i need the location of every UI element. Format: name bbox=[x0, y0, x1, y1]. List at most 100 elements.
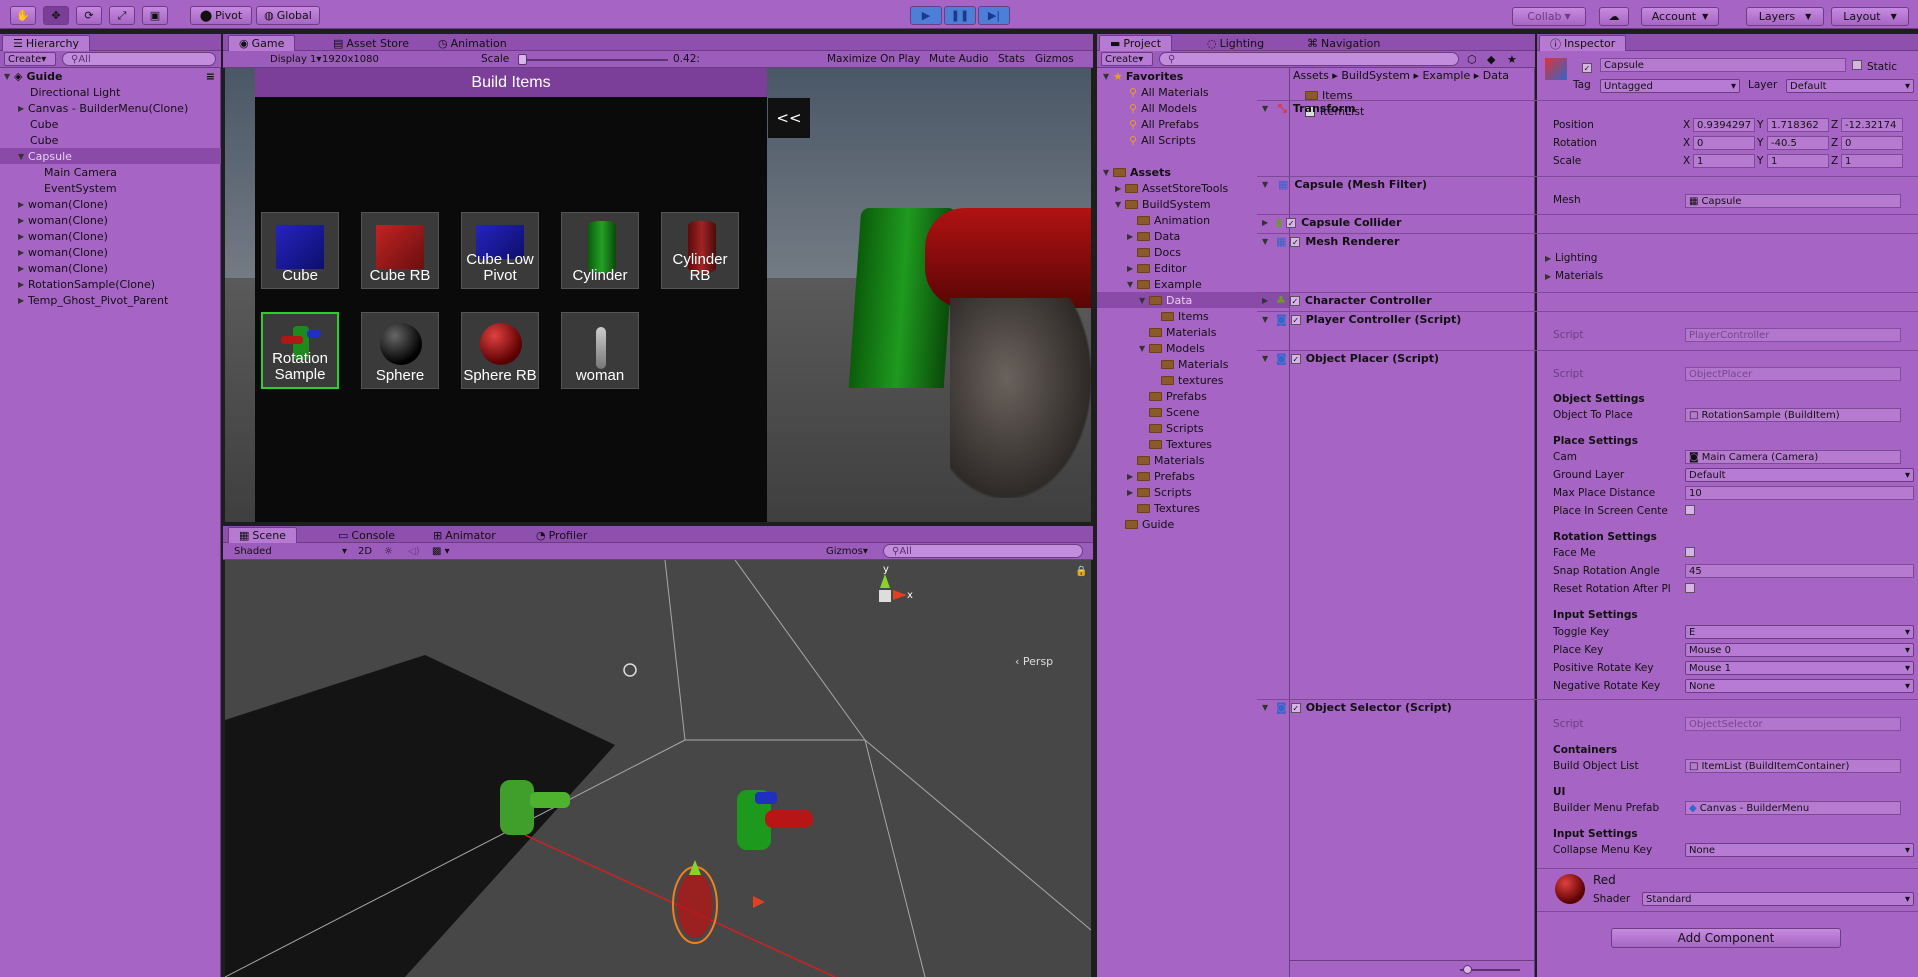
hand-tool-button[interactable]: ✋ bbox=[10, 6, 36, 25]
gizmos-toggle[interactable]: Gizmos bbox=[1035, 53, 1074, 65]
rotation-z-input[interactable]: 0 bbox=[1841, 136, 1903, 150]
list-item[interactable]: ▶ Temp_Ghost_Pivot_Parent bbox=[0, 292, 221, 308]
folder-item[interactable]: Materials bbox=[1097, 452, 1289, 468]
folder-item[interactable]: ▼ Example bbox=[1097, 276, 1289, 292]
scale-slider[interactable] bbox=[518, 59, 668, 61]
folder-item[interactable]: Guide bbox=[1097, 516, 1289, 532]
build-item-cylinder[interactable]: Cylinder bbox=[561, 212, 639, 289]
favorite-item[interactable]: ⚲ All Scripts bbox=[1097, 132, 1289, 148]
folder-item[interactable]: Textures bbox=[1097, 500, 1289, 516]
list-item[interactable]: Cube bbox=[0, 132, 221, 148]
chevron-right-icon[interactable]: ▶ bbox=[1127, 472, 1137, 481]
hierarchy-create-dropdown[interactable]: Create ▾ bbox=[4, 52, 56, 66]
folder-item[interactable]: ▶ Editor bbox=[1097, 260, 1289, 276]
folder-item[interactable]: textures bbox=[1097, 372, 1289, 388]
tab-profiler[interactable]: ◔ Profiler bbox=[526, 527, 597, 543]
breadcrumb-buildsystem[interactable]: BuildSystem bbox=[1341, 69, 1410, 82]
scene-gizmos-dropdown[interactable]: Gizmos ▾ bbox=[823, 544, 879, 558]
place-center-checkbox[interactable] bbox=[1685, 505, 1700, 518]
mesh-renderer-header[interactable]: ▼ ▦ ✓ Mesh Renderer bbox=[1257, 233, 1918, 249]
shading-dropdown[interactable]: Shaded ▾ bbox=[231, 544, 351, 558]
favorite-item[interactable]: ⚲ All Prefabs bbox=[1097, 116, 1289, 132]
capsule-collider-header[interactable]: ▶ ▮ ✓ Capsule Collider bbox=[1257, 214, 1918, 230]
rotation-x-input[interactable]: 0 bbox=[1693, 136, 1755, 150]
folder-item[interactable]: ▼ BuildSystem bbox=[1097, 196, 1289, 212]
breadcrumb-example[interactable]: Example bbox=[1422, 69, 1470, 82]
position-z-input[interactable]: -12.32174 bbox=[1841, 118, 1903, 132]
breadcrumb-data[interactable]: Data bbox=[1483, 69, 1509, 82]
chevron-right-icon[interactable]: ▶ bbox=[1127, 264, 1137, 273]
zoom-slider-thumb[interactable] bbox=[1463, 965, 1472, 974]
list-item[interactable]: Cube bbox=[0, 116, 221, 132]
object-selector-header[interactable]: ▼ ◙ ✓ Object Selector (Script) bbox=[1257, 699, 1918, 715]
build-item-cube-low-pivot[interactable]: Cube Low Pivot bbox=[461, 212, 539, 289]
toggle-key-dropdown[interactable]: E ▾ bbox=[1685, 625, 1914, 639]
list-item[interactable]: ▶ woman(Clone) bbox=[0, 212, 221, 228]
scene-search-input[interactable]: ⚲ All bbox=[883, 544, 1083, 558]
star-icon[interactable]: ★ bbox=[1507, 53, 1517, 66]
2d-toggle[interactable]: 2D bbox=[355, 544, 377, 558]
breadcrumb-assets[interactable]: Assets bbox=[1293, 69, 1329, 82]
build-list-field[interactable]: □ ItemList (BuildItemContainer) bbox=[1685, 759, 1901, 773]
face-me-checkbox[interactable] bbox=[1685, 547, 1700, 560]
chevron-down-icon[interactable]: ▼ bbox=[1139, 344, 1149, 353]
tab-animator[interactable]: ⊞ Animator bbox=[423, 527, 506, 543]
player-controller-header[interactable]: ▼ ◙ ✓ Player Controller (Script) bbox=[1257, 311, 1918, 327]
folder-item[interactable]: ▶ Scripts bbox=[1097, 484, 1289, 500]
lock-icon[interactable]: 🔒 bbox=[1075, 566, 1087, 577]
scale-slider-thumb[interactable] bbox=[518, 54, 527, 65]
folder-item[interactable]: Scene bbox=[1097, 404, 1289, 420]
mesh-filter-header[interactable]: ▼ ▦ Capsule (Mesh Filter) bbox=[1257, 176, 1918, 192]
position-y-input[interactable]: 1.718362 bbox=[1767, 118, 1829, 132]
favorites-header[interactable]: ▼ ★ Favorites bbox=[1097, 68, 1289, 84]
collapse-menu-button[interactable]: << bbox=[768, 98, 810, 138]
build-item-sphere[interactable]: Sphere bbox=[361, 312, 439, 389]
chevron-down-icon[interactable]: ▼ bbox=[1115, 200, 1125, 209]
shader-dropdown[interactable]: Standard ▾ bbox=[1642, 892, 1914, 906]
list-item[interactable]: ▶ woman(Clone) bbox=[0, 196, 221, 212]
object-name-input[interactable]: Capsule bbox=[1600, 58, 1846, 72]
scale-tool-button[interactable]: ⤢ bbox=[109, 6, 135, 25]
tab-console[interactable]: ▭ Console bbox=[328, 527, 405, 543]
chevron-right-icon[interactable]: ▶ bbox=[1127, 488, 1137, 497]
scale-z-input[interactable]: 1 bbox=[1841, 154, 1903, 168]
neg-rotate-dropdown[interactable]: None ▾ bbox=[1685, 679, 1914, 693]
hierarchy-search-input[interactable]: ⚲ All bbox=[62, 52, 216, 66]
folder-item[interactable]: Scripts bbox=[1097, 420, 1289, 436]
tab-navigation[interactable]: ⌘ Navigation bbox=[1297, 35, 1390, 51]
rotation-y-input[interactable]: -40.5 bbox=[1767, 136, 1829, 150]
collapse-key-dropdown[interactable]: None ▾ bbox=[1685, 843, 1914, 857]
chevron-right-icon[interactable]: ▶ bbox=[1115, 184, 1125, 193]
tab-asset-store[interactable]: ▤ Asset Store bbox=[323, 35, 419, 51]
list-item[interactable]: Directional Light bbox=[0, 84, 221, 100]
materials-foldout[interactable]: ▶ Materials bbox=[1545, 268, 1745, 284]
orientation-gizmo[interactable]: y x bbox=[855, 564, 915, 624]
tab-scene[interactable]: ▦ Scene bbox=[228, 527, 297, 543]
persp-label[interactable]: ‹ Persp bbox=[1015, 655, 1053, 668]
place-key-dropdown[interactable]: Mouse 0 ▾ bbox=[1685, 643, 1914, 657]
menu-icon[interactable]: ≡ bbox=[206, 70, 215, 83]
transform-header[interactable]: ▼ ⤡ Transform bbox=[1257, 100, 1918, 116]
maximize-on-play-toggle[interactable]: Maximize On Play bbox=[827, 53, 920, 65]
pivot-button[interactable]: ⬤ Pivot bbox=[190, 6, 252, 25]
reset-checkbox[interactable] bbox=[1685, 583, 1700, 596]
layer-dropdown[interactable]: Default ▾ bbox=[1786, 79, 1914, 93]
list-item[interactable]: ▶ woman(Clone) bbox=[0, 260, 221, 276]
ground-layer-dropdown[interactable]: Default ▾ bbox=[1685, 468, 1914, 482]
object-to-place-field[interactable]: □ RotationSample (BuildItem) bbox=[1685, 408, 1901, 422]
rect-tool-button[interactable]: ▣ bbox=[142, 6, 168, 25]
tab-project[interactable]: ▬ Project bbox=[1099, 35, 1173, 51]
position-x-input[interactable]: 0.9394297 bbox=[1693, 118, 1755, 132]
project-splitter[interactable] bbox=[1289, 68, 1290, 977]
lighting-foldout[interactable]: ▶ Lighting bbox=[1545, 250, 1745, 266]
scene-root[interactable]: ▼ ◈ Guide ≡ bbox=[0, 68, 221, 84]
move-tool-button[interactable]: ✥ bbox=[43, 6, 69, 25]
list-item[interactable]: Main Camera bbox=[0, 164, 221, 180]
chevron-down-icon[interactable]: ▼ bbox=[1127, 280, 1137, 289]
scale-x-input[interactable]: 1 bbox=[1693, 154, 1755, 168]
tab-hierarchy[interactable]: ☰ Hierarchy bbox=[2, 35, 91, 51]
chevron-down-icon[interactable]: ▼ bbox=[1139, 296, 1149, 305]
collab-button[interactable]: Collab ▼ bbox=[1512, 7, 1586, 26]
step-button[interactable]: ▶| bbox=[978, 6, 1010, 25]
global-button[interactable]: ◍ Global bbox=[256, 6, 320, 25]
